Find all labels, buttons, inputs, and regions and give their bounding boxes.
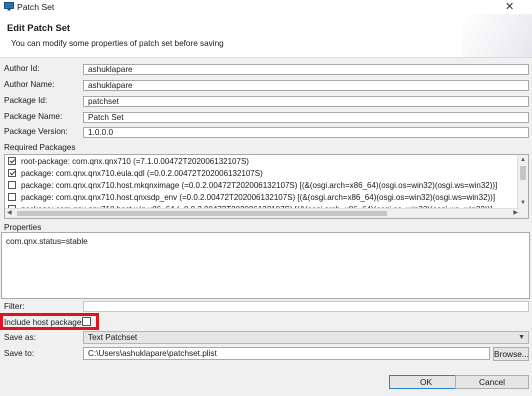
window-title: Patch Set (17, 2, 55, 12)
dialog-heading: Edit Patch Set (7, 22, 71, 33)
checkbox-checked[interactable] (8, 168, 16, 177)
package-name-label: Package Name: (4, 112, 63, 121)
list-item[interactable]: root-package: com.qnx.qnx710 (=7.1.0.004… (8, 156, 249, 167)
package-version-label: Package Version: (4, 127, 68, 136)
browse-button[interactable]: Browse... (493, 347, 529, 361)
scroll-up-icon[interactable]: ▲ (520, 157, 526, 163)
package-text: package: com.qnx.qnx710.host.mkqnximage … (21, 181, 498, 190)
author-name-label: Author Name: (4, 80, 55, 89)
list-item[interactable]: package: com.qnx.qnx710.host.mkqnximage … (8, 180, 497, 191)
package-id-label: Package Id: (4, 96, 48, 105)
author-id-field[interactable]: ashuklapare (83, 64, 529, 75)
checkbox-unchecked[interactable] (8, 192, 16, 201)
properties-label: Properties (4, 223, 42, 232)
title-bar: Patch Set ✕ (0, 0, 532, 14)
author-name-field[interactable]: ashuklapare (83, 80, 529, 91)
scroll-down-icon[interactable]: ▼ (520, 200, 526, 206)
scroll-left-icon[interactable]: ◀ (7, 209, 12, 216)
monitor-icon (4, 2, 14, 11)
banner-graphic (462, 14, 532, 57)
scroll-thumb[interactable] (520, 166, 526, 180)
ok-button[interactable]: OK (389, 375, 463, 389)
filter-input[interactable] (83, 301, 529, 312)
package-name-field[interactable]: Patch Set (83, 112, 529, 123)
filter-label: Filter: (4, 302, 25, 311)
chevron-down-icon[interactable]: ▼ (518, 332, 525, 343)
dialog-description: You can modify some properties of patch … (11, 39, 224, 48)
package-id-field[interactable]: patchset (83, 96, 529, 107)
required-packages-list[interactable]: root-package: com.qnx.qnx710 (=7.1.0.004… (4, 154, 529, 219)
package-version-field[interactable]: 1.0.0.0 (83, 127, 529, 138)
save-as-label: Save as: (4, 333, 36, 342)
save-as-dropdown[interactable]: Text Patchset ▼ (83, 331, 529, 344)
properties-textarea[interactable]: com.qnx.status=stable (1, 232, 530, 299)
close-icon[interactable]: ✕ (505, 0, 514, 13)
list-item[interactable]: package: com.qnx.qnx710.eula.qdl (=0.0.2… (8, 168, 263, 179)
package-text: package: com.qnx.qnx710.eula.qdl (=0.0.2… (21, 169, 263, 178)
author-id-label: Author Id: (4, 64, 40, 73)
cancel-button[interactable]: Cancel (455, 375, 529, 389)
dialog-banner (0, 14, 532, 58)
list-item[interactable]: package: com.qnx.qnx710.host.qnxsdp_env … (8, 192, 495, 203)
checkbox-checked[interactable] (8, 156, 16, 165)
save-to-label: Save to: (4, 349, 35, 358)
package-text: root-package: com.qnx.qnx710 (=7.1.0.004… (21, 157, 249, 166)
horizontal-scrollbar[interactable]: ◀ ▶ (5, 208, 520, 218)
checkbox-unchecked[interactable] (8, 180, 16, 189)
save-as-value: Text Patchset (88, 333, 138, 342)
scroll-right-icon[interactable]: ▶ (513, 209, 518, 216)
scroll-thumb[interactable] (17, 211, 387, 216)
required-packages-label: Required Packages (4, 143, 76, 152)
save-to-field[interactable]: C:\Users\ashuklapare\patchset.plist (83, 347, 490, 360)
highlight-annotation (0, 313, 99, 330)
package-text: package: com.qnx.qnx710.host.qnxsdp_env … (21, 193, 496, 202)
